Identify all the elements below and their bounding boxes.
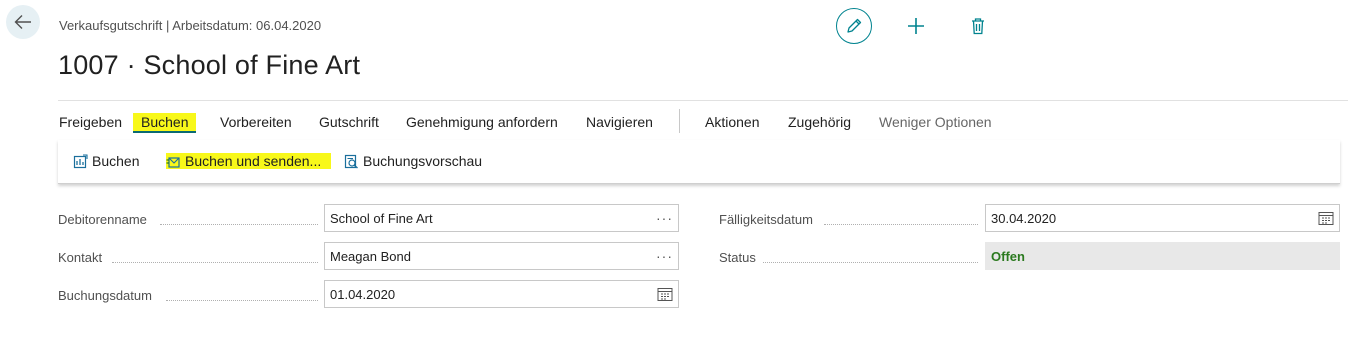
delete-button[interactable] [966, 12, 990, 40]
leader-dots [112, 262, 318, 263]
submenu-item-buchen[interactable]: Buchen [73, 153, 139, 169]
leader-dots [166, 300, 318, 301]
contact-field[interactable]: Meagan Bond ··· [324, 242, 679, 270]
leader-dots [763, 262, 978, 263]
contact-label: Kontakt [58, 250, 103, 265]
calendar-icon[interactable] [1318, 211, 1334, 225]
menu-aktionen[interactable]: Aktionen [705, 114, 759, 130]
due-date-value: 30.04.2020 [991, 210, 1057, 226]
customer-name-label: Debitorenname [58, 212, 147, 227]
menu-navigieren[interactable]: Navigieren [586, 114, 653, 130]
submenu-item-buchen-und-senden[interactable]: Buchen und senden... [166, 153, 332, 169]
post-icon [73, 153, 88, 168]
due-date-label: Fälligkeitsdatum [719, 212, 813, 227]
leader-dots [824, 224, 978, 225]
posting-date-value: 01.04.2020 [330, 286, 396, 302]
contact-value: Meagan Bond [330, 248, 411, 264]
menu-freigeben[interactable]: Freigeben [59, 114, 122, 130]
edit-button[interactable] [836, 8, 872, 44]
submenu-label-buchen: Buchen [92, 153, 140, 169]
menu-separator [679, 109, 680, 133]
customer-name-value: School of Fine Art [330, 210, 433, 226]
new-button[interactable] [902, 12, 930, 40]
plus-icon [908, 18, 924, 34]
calendar-icon[interactable] [657, 287, 673, 301]
preview-icon [344, 154, 358, 169]
menu-vorbereiten[interactable]: Vorbereiten [220, 114, 292, 130]
menu-genehmigung-anfordern[interactable]: Genehmigung anfordern [406, 114, 558, 130]
back-button[interactable] [6, 5, 40, 39]
menu-weniger-optionen[interactable]: Weniger Optionen [879, 114, 992, 130]
post-and-send-icon [166, 156, 180, 168]
status-badge: Offen [985, 242, 1340, 270]
status-value: Offen [991, 248, 1025, 264]
customer-name-field[interactable]: School of Fine Art ··· [324, 204, 679, 232]
submenu-label-buchungsvorschau: Buchungsvorschau [363, 153, 483, 169]
arrow-left-icon [14, 15, 31, 29]
pencil-icon [847, 18, 862, 33]
leader-dots [160, 224, 318, 225]
submenu-item-buchungsvorschau[interactable]: Buchungsvorschau [344, 153, 482, 169]
menu-gutschrift[interactable]: Gutschrift [319, 114, 379, 130]
posting-date-label: Buchungsdatum [58, 288, 152, 303]
customer-name-lookup-button[interactable]: ··· [656, 210, 673, 226]
trash-icon [972, 18, 984, 35]
status-label: Status [719, 250, 756, 265]
submenu-buchen: Buchen Buchen und senden... Buchungsvors… [58, 140, 1340, 184]
breadcrumb: Verkaufsgutschrift | Arbeitsdatum: 06.04… [59, 18, 322, 33]
contact-lookup-button[interactable]: ··· [656, 248, 673, 264]
menu-buchen[interactable]: Buchen [133, 113, 197, 133]
action-bar: Freigeben Buchen Vorbereiten Gutschrift … [58, 100, 1348, 140]
page-title: 1007 · School of Fine Art [58, 50, 361, 80]
due-date-field[interactable]: 30.04.2020 [985, 204, 1340, 232]
posting-date-field[interactable]: 01.04.2020 [324, 280, 679, 308]
submenu-label-buchen-und-senden: Buchen und senden... [185, 153, 322, 169]
menu-zugehoerig[interactable]: Zugehörig [788, 114, 851, 130]
